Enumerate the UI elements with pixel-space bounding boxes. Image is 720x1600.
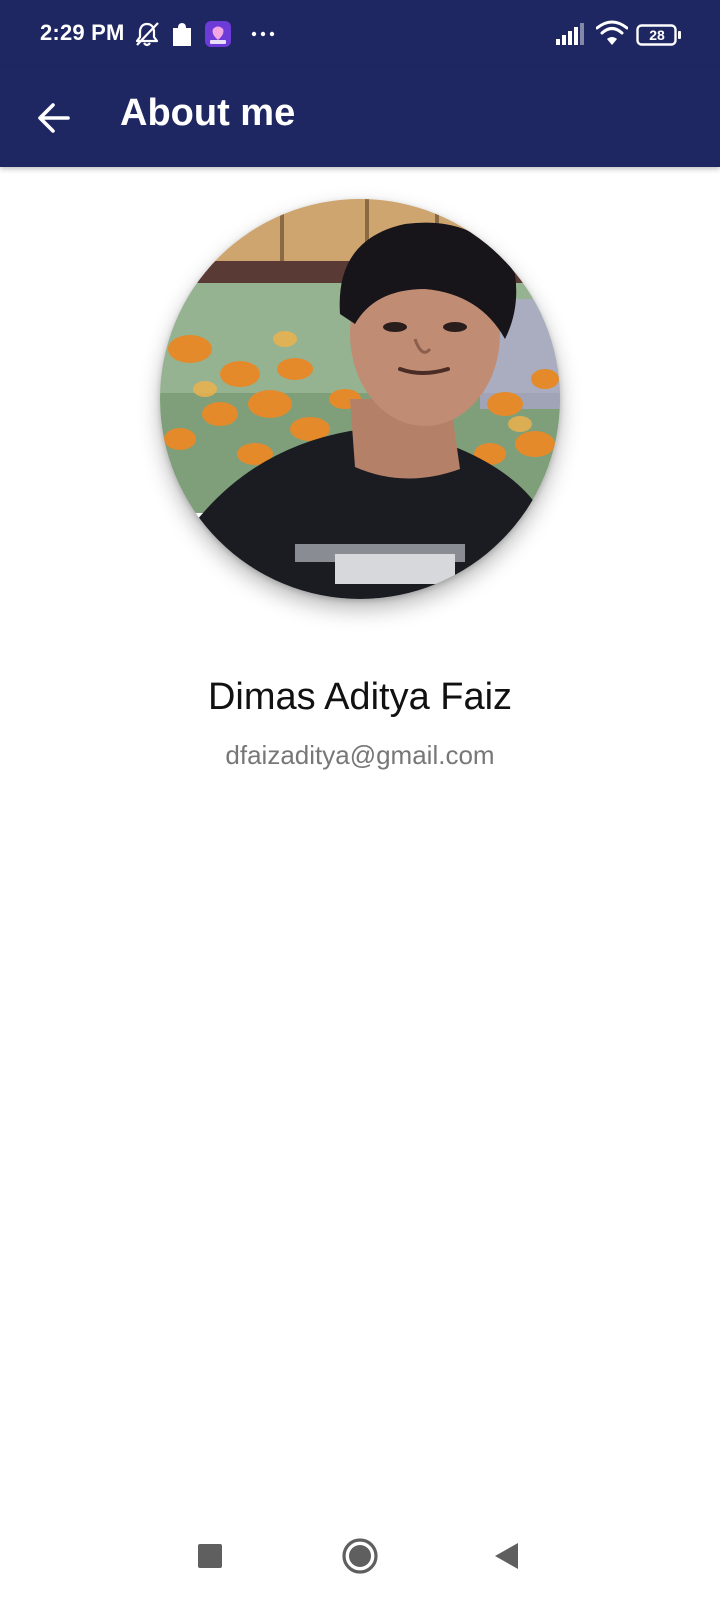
back-icon <box>495 1543 518 1569</box>
cellular-signal-icon <box>556 23 584 45</box>
profile-photo <box>160 199 560 599</box>
home-button[interactable] <box>328 1524 392 1588</box>
battery-icon: 28 <box>636 24 682 46</box>
back-nav-button[interactable] <box>474 1524 538 1588</box>
system-nav-bar <box>0 1510 720 1600</box>
status-bar: 2:29 PM 28 <box>0 0 720 68</box>
puzzle-icon <box>173 23 191 46</box>
about-me-screen: 2:29 PM 28 About me Dimas Aditya Faiz df… <box>0 0 720 1600</box>
app-notification-icon <box>205 21 231 47</box>
battery-level: 28 <box>649 27 665 43</box>
page-title: About me <box>120 92 296 134</box>
app-bar: About me <box>0 68 720 167</box>
profile-name: Dimas Aditya Faiz <box>207 676 513 718</box>
status-time: 2:29 PM <box>40 20 125 45</box>
arrow-left-icon <box>38 103 70 133</box>
back-button[interactable] <box>22 86 86 150</box>
more-dots-icon <box>251 31 275 37</box>
recent-apps-icon <box>198 1544 222 1568</box>
wifi-icon <box>596 20 628 45</box>
notifications-off-icon <box>135 22 159 47</box>
home-icon <box>342 1538 378 1574</box>
recent-apps-button[interactable] <box>178 1524 242 1588</box>
profile-email: dfaizaditya@gmail.com <box>225 740 495 770</box>
